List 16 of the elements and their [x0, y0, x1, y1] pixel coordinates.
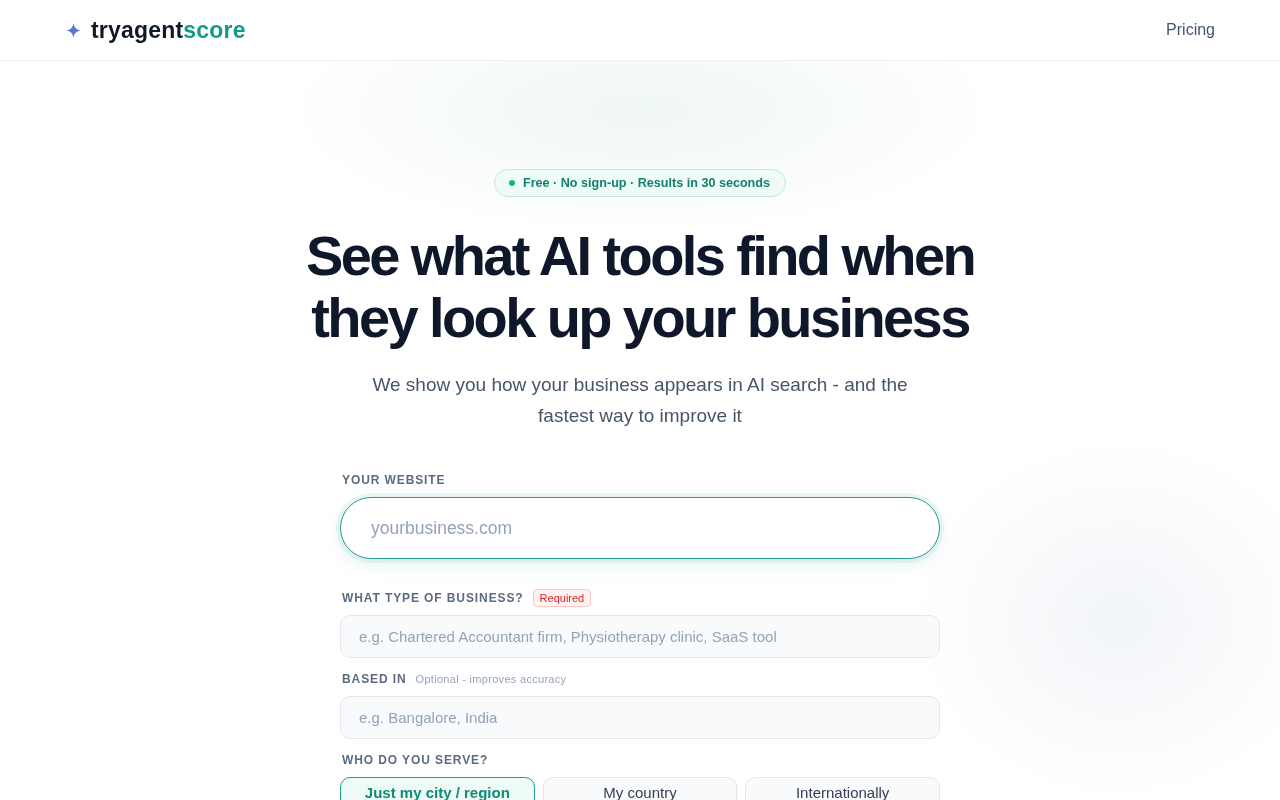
- dot-icon: [509, 180, 515, 186]
- logo[interactable]: tryagentscore: [66, 16, 246, 44]
- nav-link[interactable]: Pricing: [1166, 21, 1215, 39]
- website-field[interactable]: yourbusiness.com: [340, 497, 940, 559]
- required-tag: Required: [532, 589, 592, 607]
- sparkle-icon: [66, 22, 81, 38]
- field-label: YOUR WEBSITE: [342, 473, 446, 487]
- field-note: Optional - improves accuracy: [415, 673, 567, 685]
- pill-text: Free · No sign-up · Results in 30 seconds: [523, 176, 770, 190]
- subheadline: We show you how your business appears in AI search - and the fastest way to improve it: [371, 373, 909, 428]
- headline: See what AI tools find when they look up your business: [304, 225, 976, 349]
- input-field[interactable]: e.g. Chartered Accountant firm, Physiotherapy clinic, SaaS tool: [340, 615, 940, 658]
- field-label: WHAT TYPE OF BUSINESS?: [342, 591, 524, 605]
- field-label: WHO DO YOU SERVE?: [342, 753, 489, 767]
- field-label: BASED IN: [342, 672, 407, 686]
- input-field[interactable]: e.g. Bangalore, India: [340, 696, 940, 739]
